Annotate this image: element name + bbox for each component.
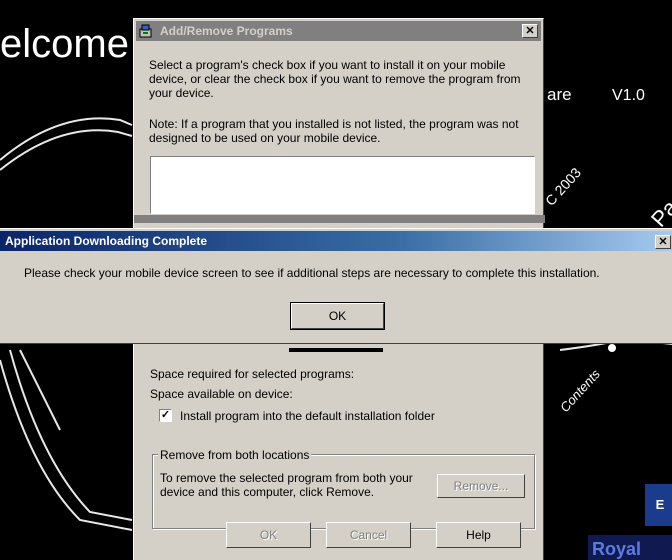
installing-applications-titlebar bbox=[134, 215, 545, 223]
add-remove-titlebar[interactable]: Add/Remove Programs ✕ bbox=[136, 21, 541, 41]
download-complete-dialog: Application Downloading Complete ✕ Pleas… bbox=[0, 228, 672, 344]
install-default-checkbox[interactable]: ✓ bbox=[159, 409, 172, 422]
install-default-label: Install program into the default install… bbox=[180, 409, 435, 423]
note-text: Note: If a program that you installed is… bbox=[149, 117, 519, 145]
ok-button[interactable]: OK bbox=[226, 522, 311, 548]
help-button[interactable]: Help bbox=[436, 522, 521, 548]
program-setup-icon bbox=[139, 24, 152, 38]
dialog-title: Application Downloading Complete bbox=[5, 234, 207, 248]
dialog-close-button[interactable]: ✕ bbox=[655, 235, 671, 249]
title-fragment: are bbox=[547, 85, 572, 104]
cancel-button[interactable]: Cancel bbox=[326, 522, 411, 548]
checkmark-icon: ✓ bbox=[160, 409, 171, 421]
add-remove-title: Add/Remove Programs bbox=[160, 24, 293, 38]
brand-logo: Royal bbox=[588, 535, 672, 560]
version-label: V1.0 bbox=[612, 87, 645, 104]
remove-button[interactable]: Remove... bbox=[437, 474, 525, 498]
dialog-message: Please check your mobile device screen t… bbox=[24, 266, 600, 280]
instructions-text: Select a program's check box if you want… bbox=[149, 58, 521, 100]
welcome-heading: elcome bbox=[0, 22, 129, 66]
remove-group-label: Remove from both locations bbox=[158, 448, 312, 462]
hidden-dialog-edge bbox=[289, 348, 383, 352]
close-icon: ✕ bbox=[525, 25, 535, 37]
remove-instructions: To remove the selected program from both… bbox=[160, 471, 413, 499]
program-list[interactable] bbox=[150, 156, 535, 214]
dialog-ok-button[interactable]: OK bbox=[290, 302, 385, 330]
badge-logo: E bbox=[645, 484, 672, 526]
space-required-label: Space required for selected programs: bbox=[150, 367, 355, 381]
space-available-label: Space available on device: bbox=[150, 387, 293, 401]
close-icon: ✕ bbox=[658, 236, 668, 248]
close-button[interactable]: ✕ bbox=[522, 24, 538, 38]
dialog-titlebar[interactable]: Application Downloading Complete ✕ bbox=[0, 231, 672, 251]
